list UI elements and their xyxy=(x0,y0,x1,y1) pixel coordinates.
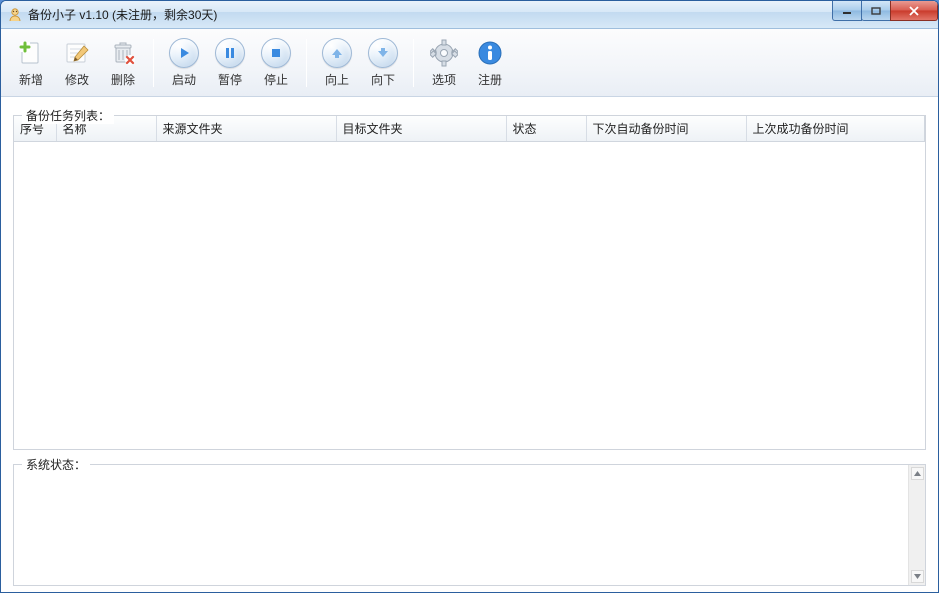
system-status-title: 系统状态： xyxy=(22,456,90,473)
stop-button[interactable]: 停止 xyxy=(254,35,298,91)
start-label: 启动 xyxy=(172,71,196,88)
moveup-label: 向上 xyxy=(325,71,349,88)
window-controls xyxy=(833,1,938,21)
col-status[interactable]: 状态 xyxy=(506,116,586,142)
col-target[interactable]: 目标文件夹 xyxy=(336,116,506,142)
minimize-button[interactable] xyxy=(832,1,862,21)
task-list-title: 备份任务列表： xyxy=(22,107,114,124)
new-label: 新增 xyxy=(19,71,43,88)
options-button[interactable]: 选项 xyxy=(422,35,466,91)
edit-icon xyxy=(62,38,92,68)
task-table-wrap: 序号 名称 来源文件夹 目标文件夹 状态 下次自动备份时间 上次成功备份时间 xyxy=(14,116,925,449)
stop-icon xyxy=(261,38,291,68)
pause-button[interactable]: 暂停 xyxy=(208,35,252,91)
task-list-group: 备份任务列表： 序号 名称 来源文件夹 目标文件夹 状态 下次自动备份时间 上次… xyxy=(13,115,926,450)
register-label: 注册 xyxy=(478,71,502,88)
content-area: 备份任务列表： 序号 名称 来源文件夹 目标文件夹 状态 下次自动备份时间 上次… xyxy=(1,97,938,592)
register-button[interactable]: 注册 xyxy=(468,35,512,91)
trash-icon xyxy=(108,38,138,68)
gear-icon xyxy=(429,38,459,68)
toolbar: 新增 修改 xyxy=(1,29,938,97)
start-button[interactable]: 启动 xyxy=(162,35,206,91)
scroll-down-icon[interactable] xyxy=(911,570,924,583)
app-icon xyxy=(7,7,23,23)
delete-button[interactable]: 删除 xyxy=(101,35,145,91)
close-button[interactable] xyxy=(890,1,938,21)
task-table[interactable]: 序号 名称 来源文件夹 目标文件夹 状态 下次自动备份时间 上次成功备份时间 xyxy=(14,116,925,142)
arrow-up-icon xyxy=(322,38,352,68)
movedown-button[interactable]: 向下 xyxy=(361,35,405,91)
col-next[interactable]: 下次自动备份时间 xyxy=(586,116,746,142)
col-source[interactable]: 来源文件夹 xyxy=(156,116,336,142)
options-label: 选项 xyxy=(432,71,456,88)
stop-label: 停止 xyxy=(264,71,288,88)
app-window: 备份小子 v1.10 (未注册，剩余30天) 新增 xyxy=(0,0,939,593)
delete-label: 删除 xyxy=(111,71,135,88)
col-last[interactable]: 上次成功备份时间 xyxy=(746,116,925,142)
status-scrollbar[interactable] xyxy=(908,465,925,585)
pause-icon xyxy=(215,38,245,68)
edit-label: 修改 xyxy=(65,71,89,88)
toolbar-separator xyxy=(413,39,414,87)
info-icon xyxy=(475,38,505,68)
window-title: 备份小子 v1.10 (未注册，剩余30天) xyxy=(28,6,217,23)
moveup-button[interactable]: 向上 xyxy=(315,35,359,91)
titlebar: 备份小子 v1.10 (未注册，剩余30天) xyxy=(1,1,938,29)
scroll-up-icon[interactable] xyxy=(911,467,924,480)
system-status-group: 系统状态： xyxy=(13,464,926,586)
toolbar-separator xyxy=(306,39,307,87)
maximize-button[interactable] xyxy=(861,1,891,21)
edit-button[interactable]: 修改 xyxy=(55,35,99,91)
new-icon xyxy=(16,38,46,68)
play-icon xyxy=(169,38,199,68)
toolbar-separator xyxy=(153,39,154,87)
movedown-label: 向下 xyxy=(371,71,395,88)
arrow-down-icon xyxy=(368,38,398,68)
new-button[interactable]: 新增 xyxy=(9,35,53,91)
system-status-text[interactable] xyxy=(14,465,908,585)
pause-label: 暂停 xyxy=(218,71,242,88)
